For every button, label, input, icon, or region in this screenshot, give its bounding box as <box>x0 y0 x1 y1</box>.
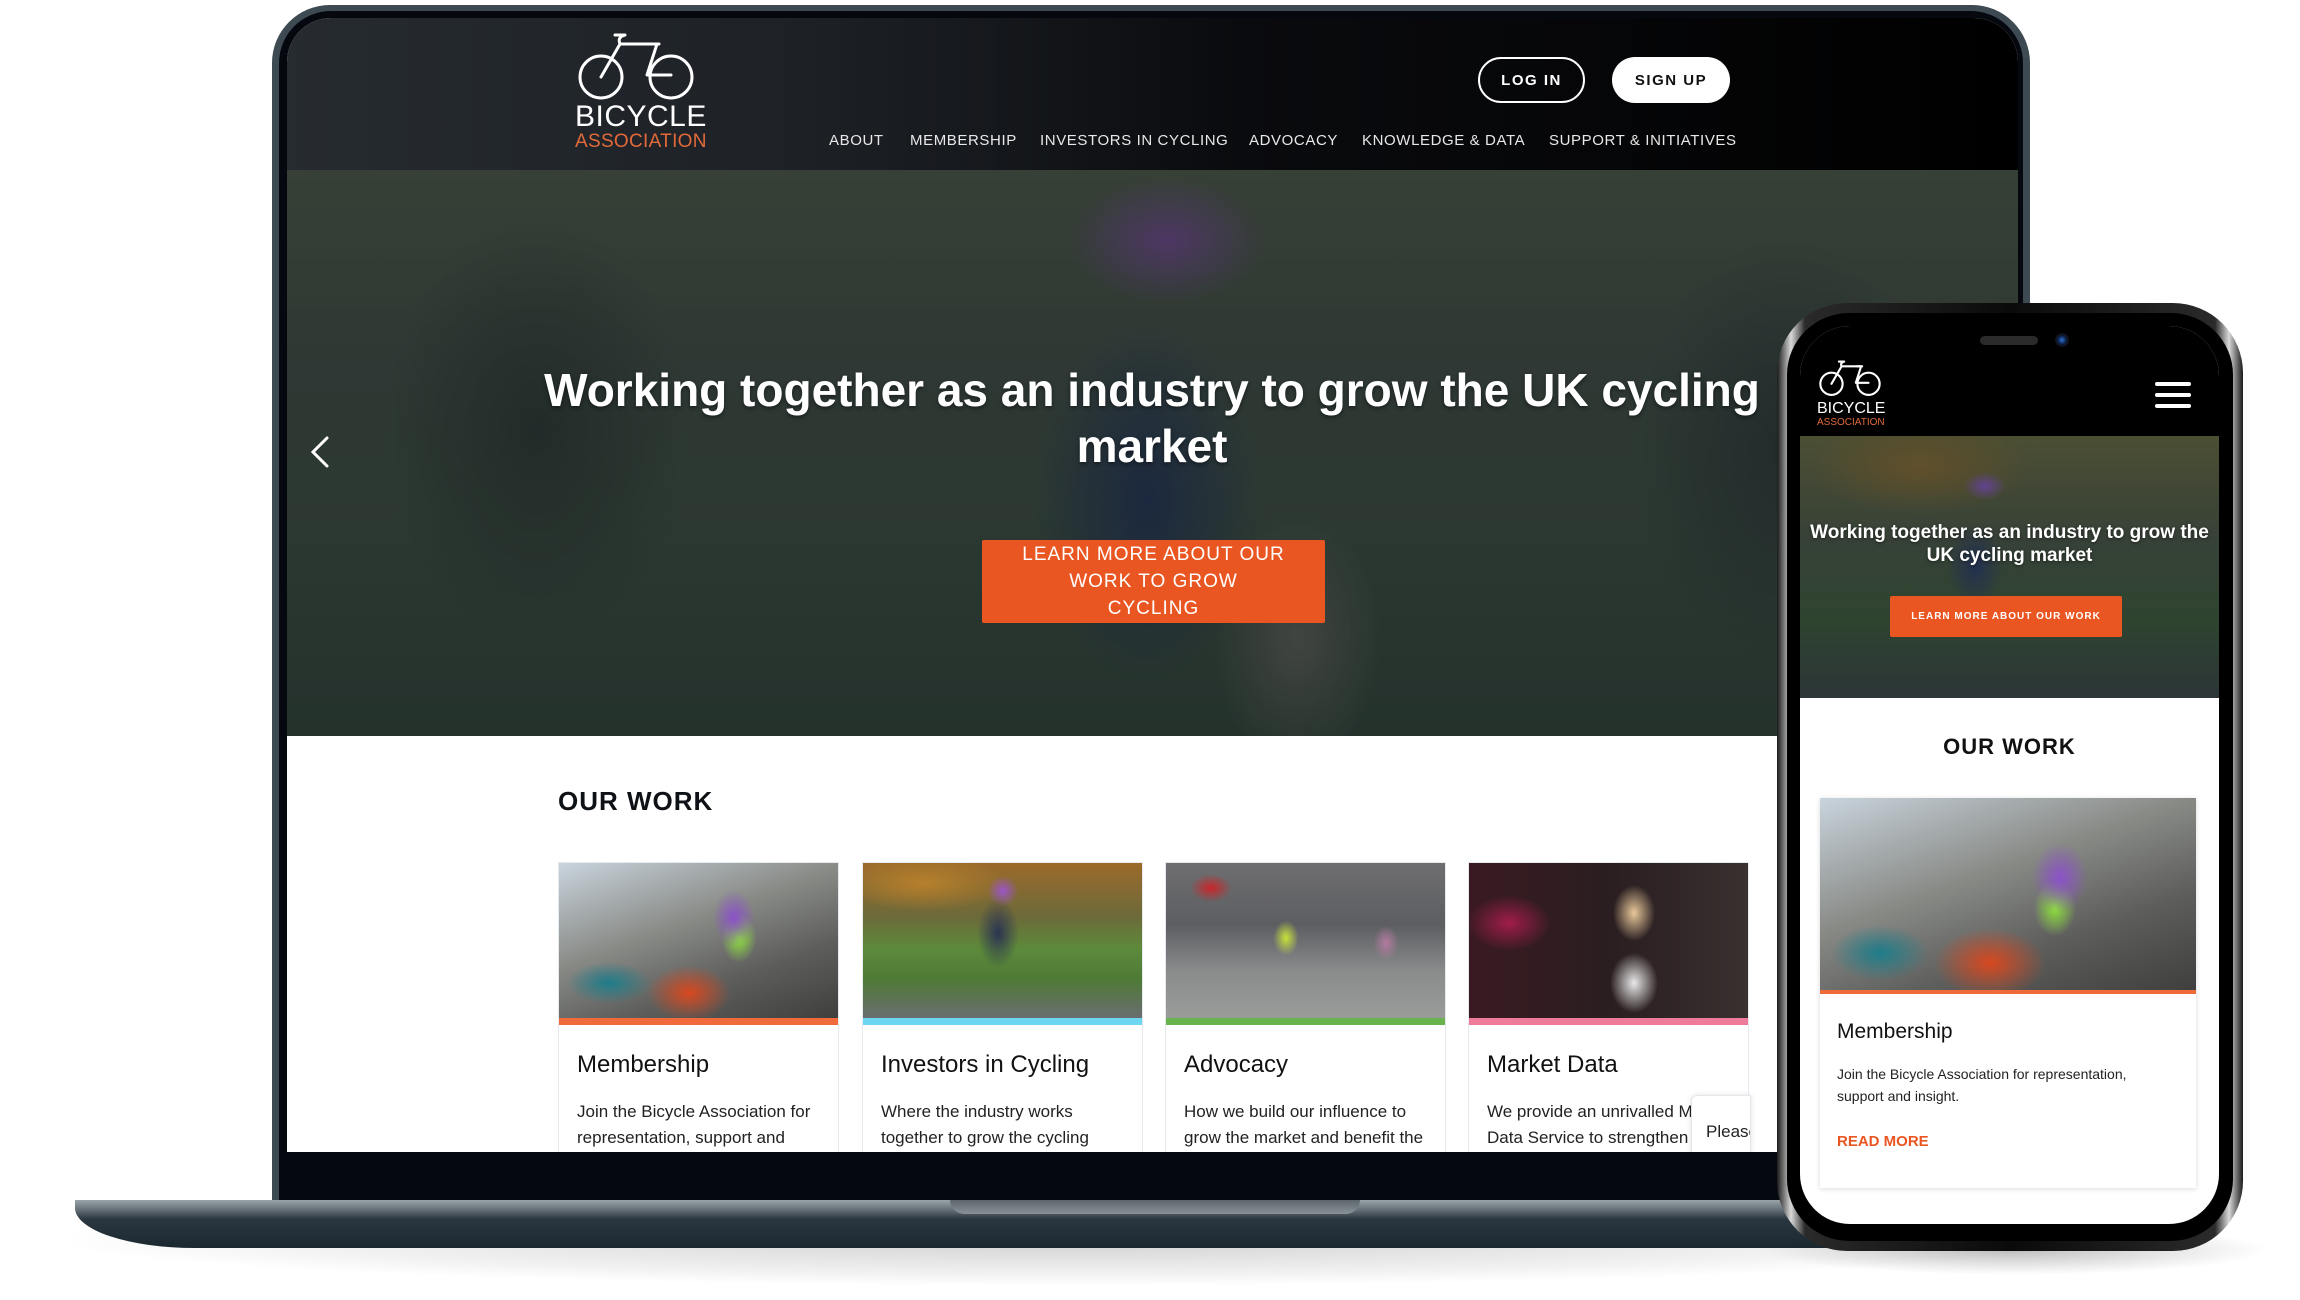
cookie-notice-popup[interactable]: Please <box>1691 1095 1751 1152</box>
laptop-hinge-notch <box>950 1200 1360 1214</box>
card-membership[interactable]: Membership Join the Bicycle Association … <box>558 862 839 1152</box>
card-image <box>1469 863 1748 1018</box>
mobile-hero-title: Working together as an industry to grow … <box>1810 522 2209 566</box>
read-more-link[interactable]: READ MORE <box>1837 1133 1929 1150</box>
hero-title: Working together as an industry to grow … <box>544 364 1760 472</box>
nav-item-knowledge-data[interactable]: KNOWLEDGE & DATA <box>1362 132 1525 149</box>
login-button[interactable]: LOG IN <box>1478 57 1585 103</box>
mobile-card-membership[interactable]: Membership Join the Bicycle Association … <box>1820 798 2196 1188</box>
bicycle-icon <box>578 33 694 100</box>
card-investors-in-cycling[interactable]: Investors in Cycling Where the industry … <box>862 862 1143 1152</box>
mobile-hero-cta-button[interactable]: LEARN MORE ABOUT OUR WORK <box>1890 596 2122 637</box>
card-title: Membership <box>1837 1020 1953 1043</box>
bicycle-icon <box>1819 360 1881 396</box>
site-header: BICYCLE ASSOCIATION LOG IN SIGN UP ABOUT… <box>287 18 2018 170</box>
card-accent-bar <box>863 1018 1142 1025</box>
card-accent-bar <box>1469 1018 1748 1025</box>
phone-camera <box>2055 333 2069 347</box>
card-accent-bar <box>1166 1018 1445 1025</box>
phone-speaker <box>1980 336 2038 345</box>
nav-item-about[interactable]: ABOUT <box>829 132 884 149</box>
card-description: Join the Bicycle Association for represe… <box>577 1102 811 1147</box>
logo-text-bicycle: BICYCLE <box>1817 400 1886 417</box>
card-accent-bar <box>1820 990 2196 994</box>
card-advocacy[interactable]: Advocacy How we build our influence to g… <box>1165 862 1446 1152</box>
hero-cta-button[interactable]: LEARN MORE ABOUT OUR WORK TO GROW CYCLIN… <box>982 540 1325 623</box>
nav-item-investors-in-cycling[interactable]: INVESTORS IN CYCLING <box>1040 132 1228 149</box>
card-description: Join the Bicycle Association for represe… <box>1837 1066 2127 1104</box>
mobile-logo[interactable]: BICYCLE ASSOCIATION <box>1817 360 1887 428</box>
nav-item-advocacy[interactable]: ADVOCACY <box>1249 132 1338 149</box>
our-work-heading: OUR WORK <box>558 786 714 816</box>
card-accent-bar <box>559 1018 838 1025</box>
cookie-notice-text: Please <box>1706 1122 1750 1141</box>
hero-overlay <box>1800 436 2219 698</box>
mobile-our-work-heading: OUR WORK <box>1943 734 2076 759</box>
card-description: How we build our influence to grow the m… <box>1184 1102 1424 1147</box>
main-nav: ABOUT MEMBERSHIP INVESTORS IN CYCLING AD… <box>287 132 2018 154</box>
card-title: Market Data <box>1487 1051 1618 1078</box>
card-image <box>559 863 838 1018</box>
card-title: Investors in Cycling <box>881 1051 1090 1078</box>
mobile-hero-banner: Working together as an industry to grow … <box>1800 436 2219 698</box>
card-image <box>1166 863 1445 1018</box>
desktop-website: BICYCLE ASSOCIATION LOG IN SIGN UP ABOUT… <box>287 18 2018 1152</box>
logo-text-bicycle: BICYCLE <box>575 100 707 133</box>
mobile-website: BICYCLE ASSOCIATION Working together as … <box>1800 326 2219 1224</box>
card-image <box>1820 798 2196 990</box>
card-title: Advocacy <box>1184 1051 1289 1078</box>
signup-button[interactable]: SIGN UP <box>1612 57 1730 103</box>
laptop-bezel-bottom <box>287 1152 2018 1200</box>
logo-text-association: ASSOCIATION <box>1817 417 1885 428</box>
hamburger-menu-icon[interactable] <box>2155 382 2191 408</box>
card-title: Membership <box>577 1051 710 1078</box>
card-description: Where the industry works together to gro… <box>881 1102 1089 1147</box>
nav-item-membership[interactable]: MEMBERSHIP <box>910 132 1017 149</box>
nav-item-support-initiatives[interactable]: SUPPORT & INITIATIVES <box>1549 132 1737 149</box>
card-image <box>863 863 1142 1018</box>
hero-banner: Working together as an industry to grow … <box>287 170 2018 736</box>
chevron-left-icon[interactable] <box>305 432 335 472</box>
